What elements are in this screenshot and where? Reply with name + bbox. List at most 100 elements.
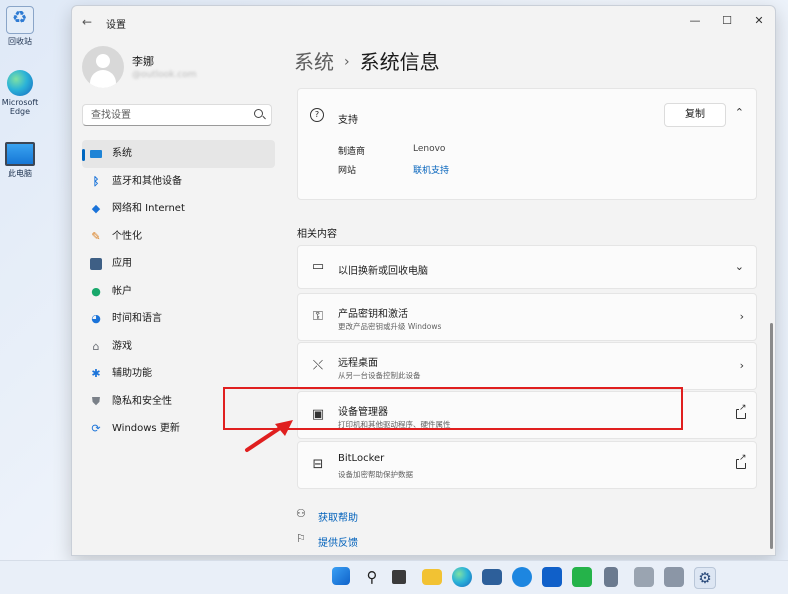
scrollbar[interactable] [770, 323, 773, 549]
card-subtitle: 更改产品密钥或升级 Windows [338, 322, 442, 331]
desktop-icon-label: 回收站 [8, 37, 32, 46]
search-input[interactable] [83, 105, 259, 125]
desktop-this-pc[interactable]: 此电脑 [0, 142, 40, 179]
sidebar-item-label: 辅助功能 [112, 368, 152, 379]
avatar [82, 46, 124, 88]
desktop-icon-label: Microsoft Edge [1, 98, 39, 116]
minimize-button[interactable]: — [679, 10, 711, 32]
sidebar-item-label: 隐私和安全性 [112, 395, 172, 407]
sidebar: 李娜 @outlook.com 系统 ᛒ 蓝牙和其他设备 ◆ 网络和 Inter… [72, 38, 282, 555]
get-help-link[interactable]: 获取帮助 [318, 509, 358, 524]
main-content: 系统 › 系统信息 ? 支持 复制 ⌃ 制造商 Lenovo 网站 联机支持 相关内… [282, 38, 775, 555]
document-icon[interactable] [604, 567, 618, 587]
question-icon: ? [310, 108, 324, 122]
online-support-link[interactable]: 联机支持 [413, 163, 449, 176]
user-name: 李娜 [132, 55, 154, 68]
sidebar-item-apps[interactable]: 应用 [82, 250, 275, 278]
monitor-icon [5, 142, 35, 166]
person-icon: ● [91, 284, 101, 298]
wechat-icon[interactable] [572, 567, 592, 587]
sidebar-item-gaming[interactable]: ⌂ 游戏 [82, 333, 275, 361]
globe-clock-icon: ◕ [91, 312, 101, 325]
title-bar: ← 设置 — ☐ ✕ [72, 6, 775, 38]
copy-button[interactable]: 复制 [664, 103, 726, 127]
chevron-up-icon[interactable]: ⌃ [735, 106, 744, 119]
bluetooth-icon: ᛒ [92, 174, 100, 188]
card-title: 产品密钥和激活 [338, 309, 408, 320]
external-link-icon [736, 404, 747, 419]
sidebar-item-time-language[interactable]: ◕ 时间和语言 [82, 305, 275, 333]
external-link-icon [736, 454, 747, 469]
related-heading: 相关内容 [297, 229, 337, 240]
sidebar-item-label: 个性化 [112, 230, 142, 242]
settings-gear-icon[interactable]: ⚙ [694, 567, 716, 589]
sidebar-item-label: 帐户 [112, 285, 132, 297]
sidebar-item-label: 网络和 Internet [112, 203, 185, 214]
task-view-icon[interactable] [392, 570, 406, 584]
settings-window: ← 设置 — ☐ ✕ 李娜 @outlook.com 系统 ᛒ 蓝牙和其他设备 … [71, 5, 776, 556]
feedback-link[interactable]: 提供反馈 [318, 534, 358, 549]
drive2-icon[interactable] [664, 567, 684, 587]
page-title: 系统信息 [359, 50, 440, 74]
breadcrumb-parent[interactable]: 系统 [294, 50, 334, 74]
support-title: 支持 [338, 115, 358, 126]
bitlocker-card[interactable]: ⊟ BitLocker 设备加密帮助保护数据 [297, 441, 757, 489]
wifi-icon: ◆ [91, 202, 101, 215]
back-arrow-icon[interactable]: ← [82, 15, 92, 29]
card-title: 以旧换新或回收电脑 [338, 266, 428, 277]
card-title: BitLocker [338, 453, 385, 464]
trade-in-card[interactable]: ▭ 以旧换新或回收电脑 ⌄ [297, 245, 757, 289]
sidebar-item-label: 应用 [112, 258, 132, 269]
edge-beta-icon[interactable] [512, 567, 532, 587]
maximize-button[interactable]: ☐ [711, 10, 743, 32]
device-manager-icon: ▣ [311, 407, 325, 422]
sidebar-item-network[interactable]: ◆ 网络和 Internet [82, 195, 275, 223]
card-subtitle: 打印机和其他驱动程序、硬件属性 [338, 420, 451, 429]
blue-app-icon[interactable] [542, 567, 562, 587]
refresh-icon: ⟳ [91, 422, 101, 435]
file-explorer-icon[interactable] [422, 569, 442, 585]
edge-icon[interactable] [452, 567, 472, 587]
device-manager-card[interactable]: ▣ 设备管理器 打印机和其他驱动程序、硬件属性 [297, 391, 757, 439]
drive-icon[interactable] [634, 567, 654, 587]
monitor-icon [90, 150, 102, 158]
sidebar-nav: 系统 ᛒ 蓝牙和其他设备 ◆ 网络和 Internet ✎ 个性化 应用 ● 帐… [82, 140, 275, 443]
edge-icon [7, 70, 33, 96]
close-button[interactable]: ✕ [743, 10, 775, 32]
desktop-edge[interactable]: Microsoft Edge [0, 70, 40, 116]
apps-icon [90, 258, 102, 270]
accessibility-icon: ✱ [91, 367, 101, 380]
user-email: @outlook.com [132, 70, 197, 80]
breadcrumb-separator: › [344, 54, 350, 70]
shield-icon: ⛊ [91, 394, 101, 408]
gamepad-icon: ⌂ [92, 339, 100, 353]
desktop-recycle-bin[interactable]: 回收站 [0, 6, 40, 47]
help-icon: ⚇ [296, 507, 306, 520]
search-box [82, 104, 272, 126]
sidebar-item-accessibility[interactable]: ✱ 辅助功能 [82, 360, 275, 388]
windows-start-icon[interactable] [332, 567, 350, 585]
product-key-card[interactable]: ⚿ 产品密钥和激活 更改产品密钥或升级 Windows › [297, 293, 757, 341]
manufacturer-label: 制造商 [338, 147, 366, 157]
sidebar-item-accounts[interactable]: ● 帐户 [82, 278, 275, 306]
remote-desktop-card[interactable]: ⤬ 远程桌面 从另一台设备控制此设备 › [297, 342, 757, 390]
sidebar-item-privacy[interactable]: ⛊ 隐私和安全性 [82, 388, 275, 416]
search-icon[interactable]: ⚲ [362, 567, 382, 587]
website-label: 网站 [338, 166, 357, 176]
desktop-icon-label: 此电脑 [8, 169, 32, 178]
card-title: 远程桌面 [338, 358, 378, 369]
key-icon: ⚿ [313, 309, 323, 324]
sidebar-item-system[interactable]: 系统 [82, 140, 275, 168]
card-subtitle: 从另一台设备控制此设备 [338, 371, 421, 380]
sidebar-item-label: 系统 [112, 148, 132, 159]
sidebar-item-bluetooth[interactable]: ᛒ 蓝牙和其他设备 [82, 168, 275, 196]
sidebar-item-personalization[interactable]: ✎ 个性化 [82, 223, 275, 251]
chevron-down-icon: ⌄ [734, 260, 744, 273]
sidebar-item-label: Windows 更新 [112, 423, 180, 434]
search-icon[interactable] [254, 109, 263, 118]
manufacturer-value: Lenovo [413, 144, 446, 154]
store-icon[interactable] [482, 569, 502, 585]
user-profile[interactable]: 李娜 @outlook.com [82, 46, 272, 96]
support-card: ? 支持 复制 ⌃ 制造商 Lenovo 网站 联机支持 [297, 88, 757, 200]
card-title: 设备管理器 [338, 407, 388, 418]
